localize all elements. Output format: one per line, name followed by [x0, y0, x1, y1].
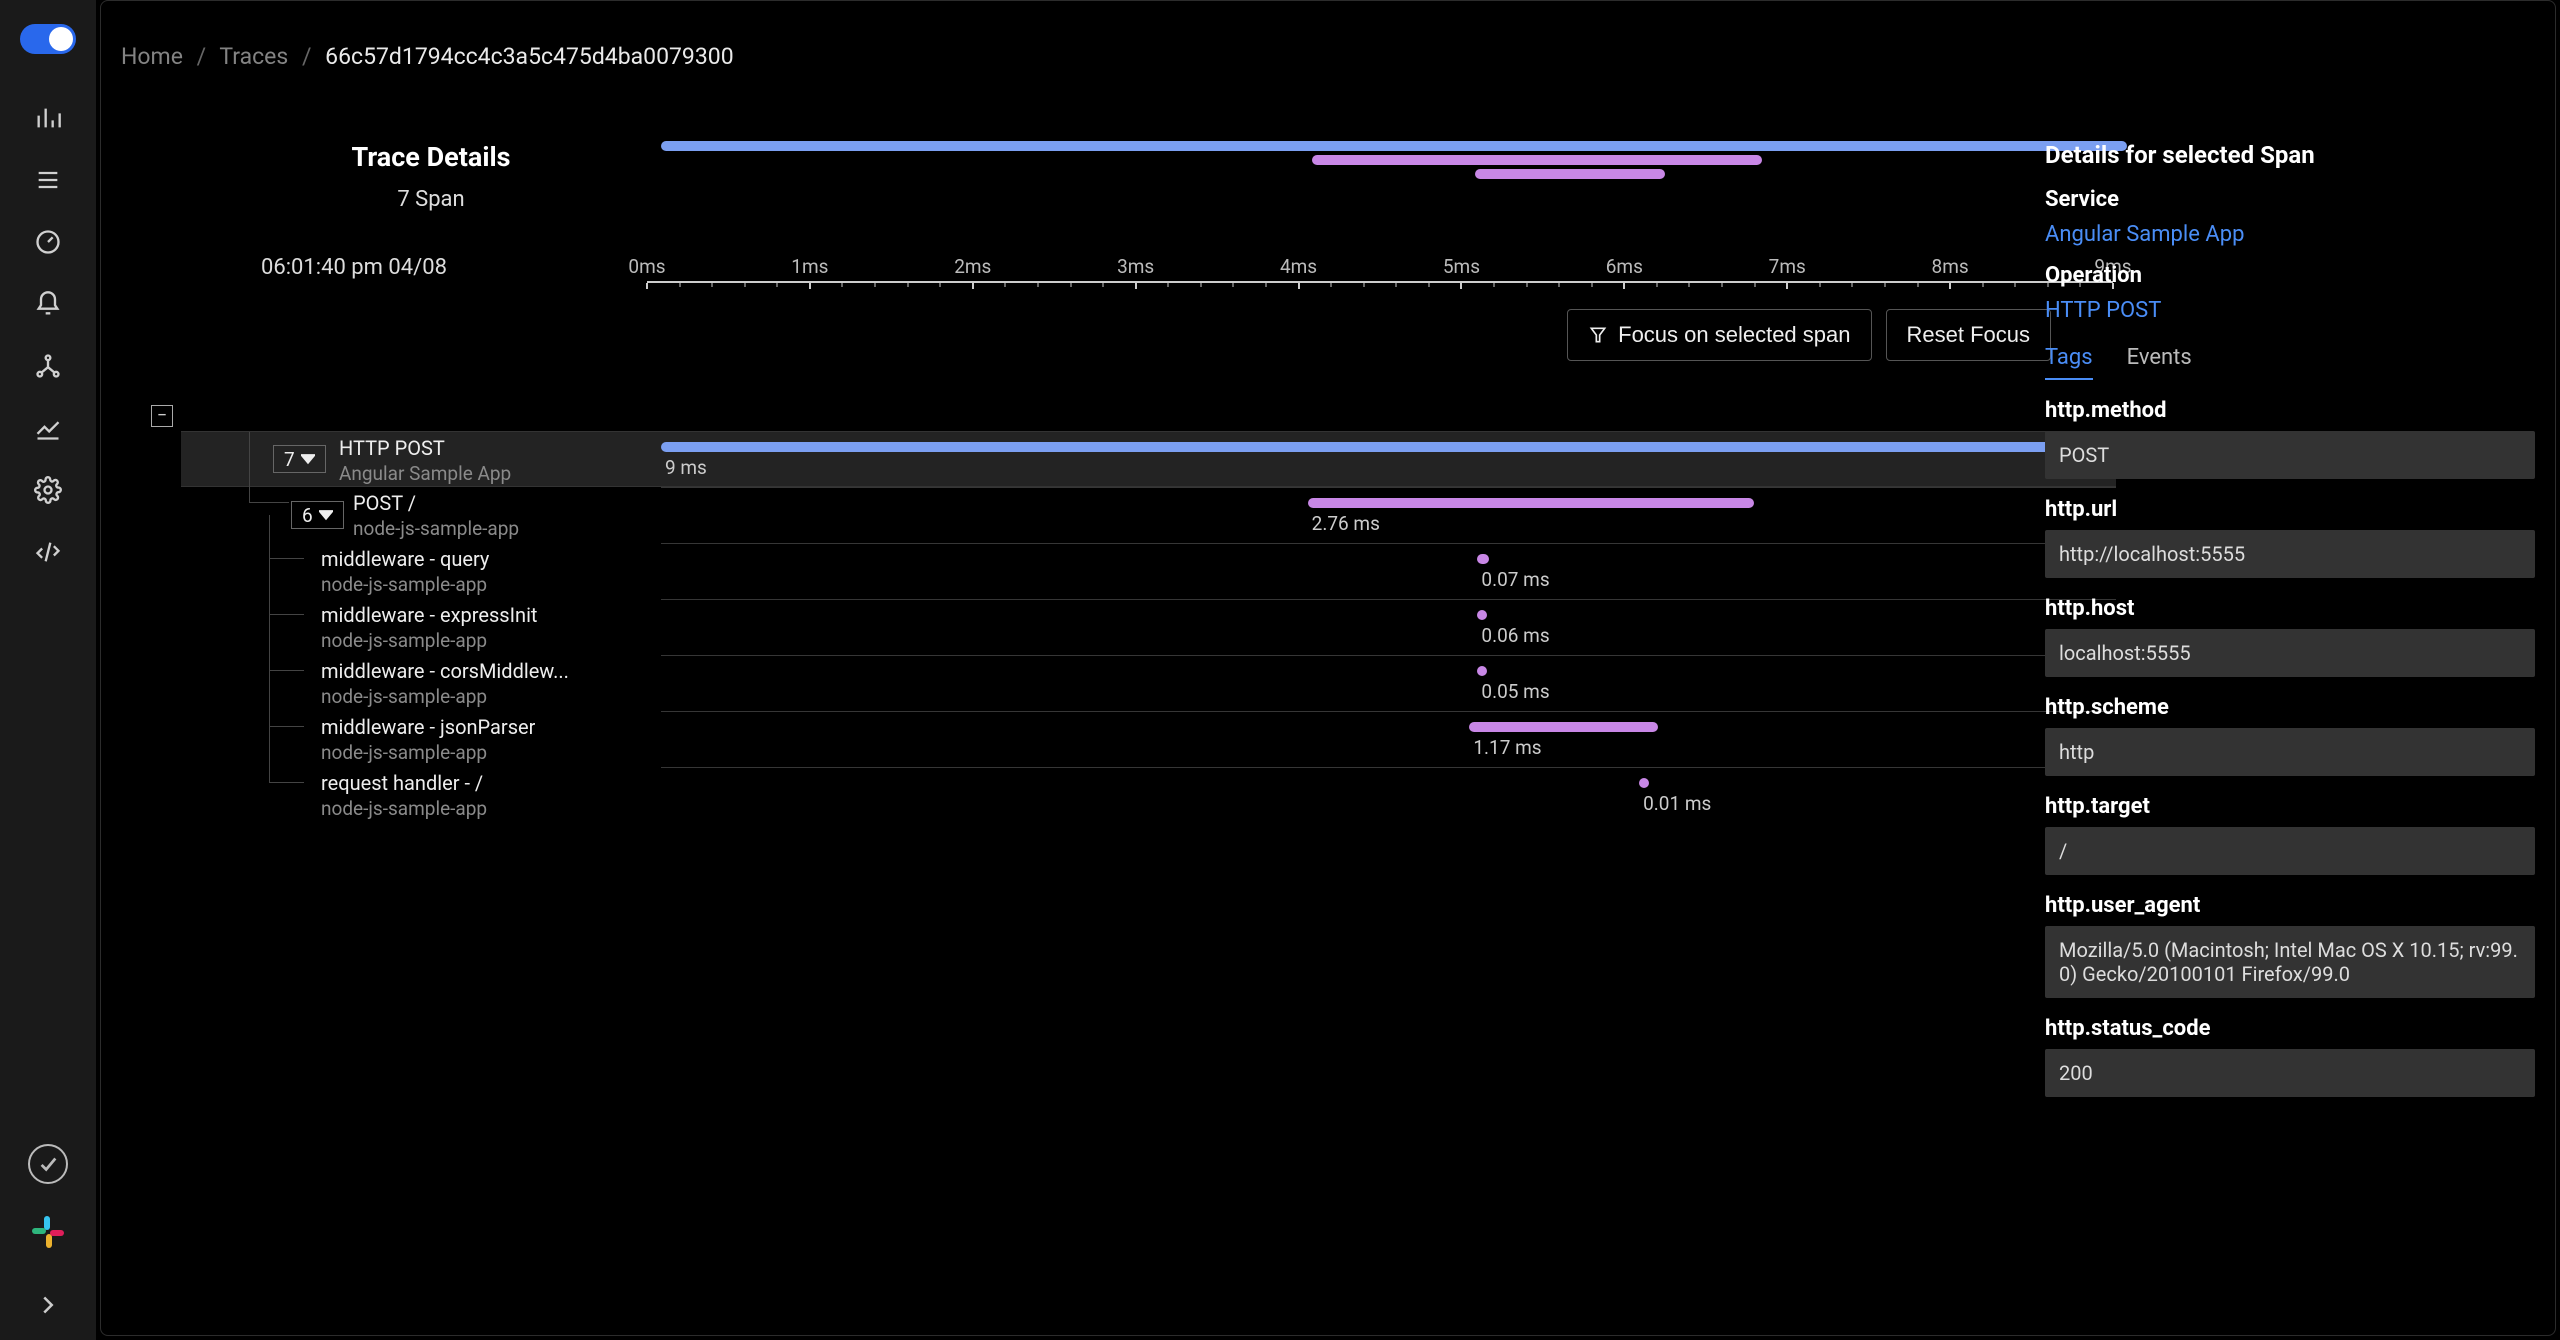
service-link[interactable]: Angular Sample App: [2045, 222, 2535, 247]
focus-label: Focus on selected span: [1618, 322, 1850, 348]
breadcrumb-sep: /: [302, 43, 312, 70]
tag-key: http.status_code: [2045, 1016, 2535, 1041]
tag-key: http.target: [2045, 794, 2535, 819]
tag-value[interactable]: http://localhost:5555: [2045, 530, 2535, 578]
span-row[interactable]: request handler - /node-js-sample-app 0.0…: [181, 767, 2116, 823]
breadcrumb-current: 66c57d1794cc4c3a5c475d4ba0079300: [325, 43, 733, 70]
list-icon[interactable]: [24, 156, 72, 204]
span-name: request handler - /: [321, 771, 483, 795]
time-axis: 0ms1ms2ms3ms4ms5ms6ms7ms8ms9ms: [647, 255, 2113, 285]
span-row[interactable]: 7 HTTP POSTAngular Sample App 9 ms: [181, 431, 2116, 487]
span-row[interactable]: middleware - corsMiddlew...node-js-sampl…: [181, 655, 2116, 711]
span-row[interactable]: middleware - jsonParsernode-js-sample-ap…: [181, 711, 2116, 767]
page-title: Trace Details: [231, 141, 631, 173]
focus-buttons-row: Focus on selected span Reset Focus: [1567, 309, 2051, 361]
span-children-badge[interactable]: 6: [291, 501, 344, 529]
tag-key: http.scheme: [2045, 695, 2535, 720]
span-service: node-js-sample-app: [321, 629, 487, 652]
trace-details-header: Trace Details 7 Span: [231, 141, 631, 212]
ingest-icon[interactable]: [24, 528, 72, 576]
axis-tick-label: 4ms: [1280, 255, 1317, 278]
operation-link[interactable]: HTTP POST: [2045, 298, 2535, 323]
span-details-panel: Details for selected Span Service Angula…: [2045, 141, 2535, 1097]
bell-icon[interactable]: [24, 280, 72, 328]
tag-value[interactable]: http: [2045, 728, 2535, 776]
overview-bar-root: [661, 141, 2127, 151]
focus-selected-button[interactable]: Focus on selected span: [1567, 309, 1871, 361]
span-name: POST /: [353, 491, 416, 515]
span-row[interactable]: middleware - querynode-js-sample-app 0.07…: [181, 543, 2116, 599]
axis-tick-label: 3ms: [1117, 255, 1154, 278]
settings-icon[interactable]: [24, 466, 72, 514]
tag-value[interactable]: localhost:5555: [2045, 629, 2535, 677]
span-service: node-js-sample-app: [321, 573, 487, 596]
service-map-icon[interactable]: [24, 342, 72, 390]
breadcrumb-traces[interactable]: Traces: [219, 43, 288, 70]
span-duration-label: 2.76 ms: [1312, 512, 1380, 535]
span-duration-label: 0.01 ms: [1643, 792, 1711, 815]
axis-tick-label: 5ms: [1443, 255, 1480, 278]
tag-value[interactable]: /: [2045, 827, 2535, 875]
spans-waterfall: 7HTTP POSTAngular Sample App9 ms6POST /n…: [181, 431, 2116, 823]
tags-list: http.method POST http.url http://localhost:…: [2045, 398, 2535, 1097]
span-row[interactable]: 6 POST /node-js-sample-app 2.76 ms: [181, 487, 2116, 543]
expand-sidebar-icon[interactable]: [33, 1290, 63, 1320]
span-service: node-js-sample-app: [321, 741, 487, 764]
axis-tick-label: 0ms: [628, 255, 665, 278]
span-service: node-js-sample-app: [321, 797, 487, 820]
reset-label: Reset Focus: [1907, 322, 2031, 348]
details-heading: Details for selected Span: [2045, 141, 2535, 169]
span-duration-label: 1.17 ms: [1473, 736, 1541, 759]
axis-tick-label: 6ms: [1606, 255, 1643, 278]
breadcrumb-home[interactable]: Home: [121, 43, 183, 70]
tag-value[interactable]: Mozilla/5.0 (Macintosh; Intel Mac OS X 1…: [2045, 926, 2535, 998]
breadcrumb-sep: /: [197, 43, 207, 70]
service-label: Service: [2045, 187, 2535, 212]
tab-events[interactable]: Events: [2127, 345, 2192, 380]
axis-tick-label: 1ms: [791, 255, 828, 278]
tag-value[interactable]: 200: [2045, 1049, 2535, 1097]
trace-overview: [661, 141, 2127, 191]
span-name: HTTP POST: [339, 436, 445, 460]
span-duration-label: 9 ms: [665, 456, 707, 479]
span-name: middleware - jsonParser: [321, 715, 535, 739]
span-service: Angular Sample App: [339, 462, 511, 485]
axis-tick-label: 7ms: [1769, 255, 1806, 278]
overview-bar-child: [1312, 155, 1762, 165]
breadcrumb: Home / Traces / 66c57d1794cc4c3a5c475d4b…: [101, 1, 2555, 70]
tag-key: http.host: [2045, 596, 2535, 621]
span-name: middleware - query: [321, 547, 489, 571]
reset-focus-button[interactable]: Reset Focus: [1886, 309, 2052, 361]
tag-key: http.user_agent: [2045, 893, 2535, 918]
theme-toggle[interactable]: [20, 24, 76, 54]
collapse-all-toggle[interactable]: −: [151, 405, 173, 427]
axis-tick-label: 2ms: [954, 255, 991, 278]
span-name: middleware - expressInit: [321, 603, 537, 627]
axis-tick-label: 8ms: [1932, 255, 1969, 278]
details-tabs: Tags Events: [2045, 345, 2535, 380]
span-duration-label: 0.06 ms: [1481, 624, 1549, 647]
span-duration-label: 0.07 ms: [1481, 568, 1549, 591]
span-row[interactable]: middleware - expressInitnode-js-sample-a…: [181, 599, 2116, 655]
overview-bar-child: [1475, 169, 1666, 179]
tag-value[interactable]: POST: [2045, 431, 2535, 479]
slack-icon[interactable]: [30, 1214, 66, 1250]
trace-timestamp: 06:01:40 pm 04/08: [261, 255, 447, 280]
status-ok-icon[interactable]: [28, 1144, 68, 1184]
tag-key: http.url: [2045, 497, 2535, 522]
bar-chart-icon[interactable]: [24, 94, 72, 142]
dashboard-icon[interactable]: [24, 218, 72, 266]
span-children-badge[interactable]: 7: [273, 445, 326, 473]
sidebar: [0, 0, 96, 1340]
main-content: Home / Traces / 66c57d1794cc4c3a5c475d4b…: [100, 0, 2556, 1336]
span-name: middleware - corsMiddlew...: [321, 659, 569, 683]
span-count: 7 Span: [231, 187, 631, 212]
span-duration-label: 0.05 ms: [1481, 680, 1549, 703]
tag-key: http.method: [2045, 398, 2535, 423]
operation-label: Operation: [2045, 263, 2535, 288]
span-service: node-js-sample-app: [321, 685, 487, 708]
span-service: node-js-sample-app: [353, 517, 519, 540]
line-chart-icon[interactable]: [24, 404, 72, 452]
tab-tags[interactable]: Tags: [2045, 345, 2093, 380]
